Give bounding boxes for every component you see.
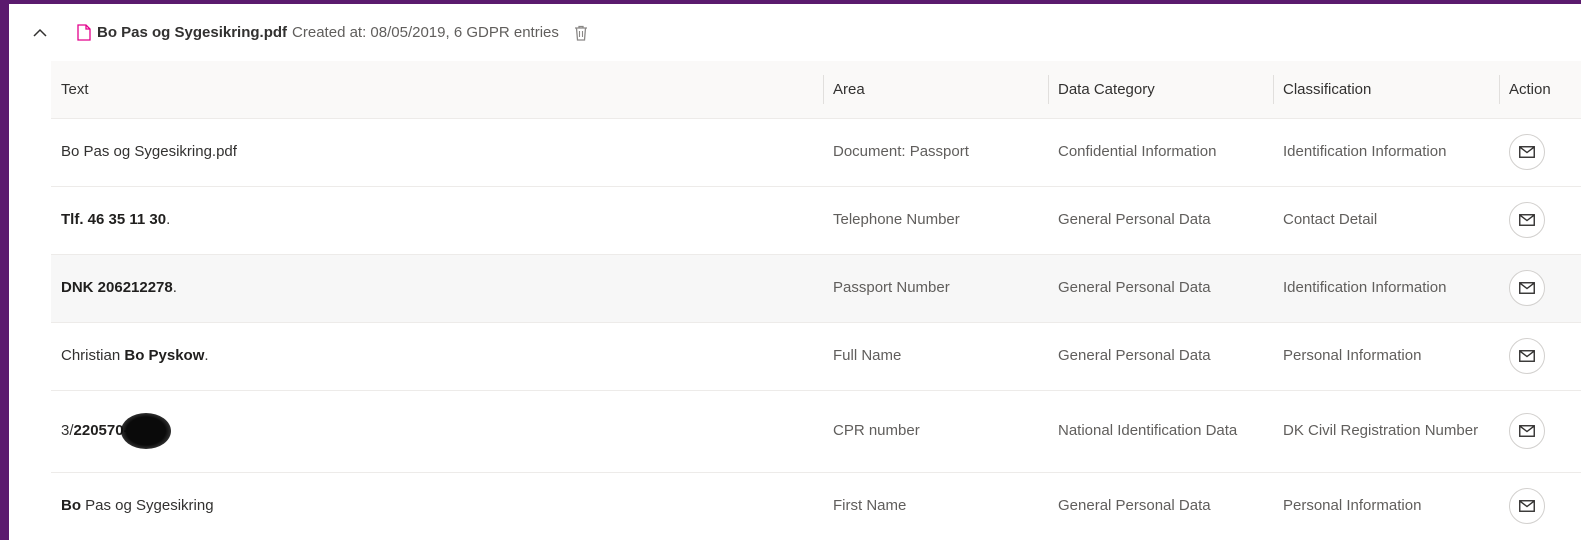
cell-action (1499, 390, 1581, 472)
send-mail-button[interactable] (1509, 413, 1545, 449)
file-group-header: Bo Pas og Sygesikring.pdf Created at: 08… (9, 4, 1581, 61)
text-fragment: Bo (61, 497, 81, 515)
cell-action (1499, 254, 1581, 322)
column-header-classification[interactable]: Classification (1273, 61, 1499, 118)
cell-data-category: General Personal Data (1058, 497, 1211, 515)
cell-area: Passport Number (833, 279, 950, 296)
text-fragment: Bo Pyskow (124, 347, 205, 364)
mail-icon (1519, 425, 1535, 437)
cell-action (1499, 186, 1581, 254)
table-header-row: Text Area Data Category Classification A… (51, 61, 1581, 118)
send-mail-button[interactable] (1509, 202, 1545, 238)
column-header-data-category[interactable]: Data Category (1048, 61, 1273, 118)
text-fragment: . (204, 347, 209, 364)
cell-text: DNK 206212278. (51, 254, 823, 322)
table-row: 3/220570- CPR number National Identificati… (51, 390, 1581, 472)
send-mail-button[interactable] (1509, 488, 1545, 525)
cell-data-category: General Personal Data (1058, 279, 1211, 296)
mail-icon (1519, 214, 1535, 226)
send-mail-button[interactable] (1509, 134, 1545, 170)
chevron-up-icon[interactable] (31, 24, 49, 42)
cell-data-category: General Personal Data (1058, 211, 1211, 228)
mail-icon (1519, 146, 1535, 158)
cell-data-category: Confidential Information (1058, 143, 1217, 160)
table-body: Bo Pas og Sygesikring.pdf Document: Passp… (51, 118, 1581, 540)
cell-text: Christian Bo Pyskow. (51, 322, 823, 390)
mail-icon (1519, 500, 1535, 513)
cell-classification: Identification Information (1283, 279, 1447, 296)
text-fragment: Pas og Sygesikring (81, 497, 214, 515)
table-row: DNK 206212278. Passport Number General Per… (51, 254, 1581, 322)
text-fragment: Christian (61, 347, 125, 364)
trash-icon[interactable] (574, 25, 588, 41)
redaction-mark (120, 413, 171, 449)
cell-classification: DK Civil Registration Number (1283, 422, 1479, 439)
gdpr-entries-table: Text Area Data Category Classification A… (51, 61, 1581, 540)
text-fragment: 3/ (61, 421, 74, 439)
column-header-area[interactable]: Area (823, 61, 1048, 118)
table-row: Christian Bo Pyskow. Full Name General Per… (51, 322, 1581, 390)
text-fragment: . (172, 279, 177, 296)
cell-text: Tlf. 46 35 11 30. (51, 186, 823, 254)
table-row: Bo Pas og Sygesikring First Name General P… (51, 472, 1581, 540)
cell-area: First Name (833, 497, 907, 515)
cell-area: Full Name (833, 347, 902, 364)
mail-icon (1519, 350, 1535, 362)
cell-text: Bo Pas og Sygesikring.pdf (51, 118, 823, 186)
cell-action (1499, 118, 1581, 186)
cell-area: Document: Passport (833, 143, 969, 160)
cell-action (1499, 472, 1581, 540)
file-meta: Created at: 08/05/2019, 6 GDPR entries (292, 24, 559, 41)
table-row: Bo Pas og Sygesikring.pdf Document: Passp… (51, 118, 1581, 186)
cell-classification: Contact Detail (1283, 211, 1378, 228)
column-header-text[interactable]: Text (51, 61, 823, 118)
cell-data-category: General Personal Data (1058, 347, 1211, 364)
text-fragment: Bo Pas og Sygesikring.pdf (61, 143, 237, 160)
column-header-action: Action (1499, 61, 1581, 118)
send-mail-button[interactable] (1509, 270, 1545, 306)
cell-action (1499, 322, 1581, 390)
cell-text: Bo Pas og Sygesikring (51, 472, 823, 540)
text-fragment: DNK 206212278 (61, 279, 173, 296)
cell-classification: Identification Information (1283, 143, 1447, 160)
pdf-file-icon (77, 24, 91, 41)
cell-area: Telephone Number (833, 211, 960, 228)
text-fragment: Tlf. 46 35 11 30 (61, 211, 167, 228)
gdpr-file-panel: Bo Pas og Sygesikring.pdf Created at: 08… (9, 4, 1581, 540)
mail-icon (1519, 282, 1535, 294)
cell-area: CPR number (833, 422, 920, 439)
text-fragment: . (166, 211, 171, 228)
cell-classification: Personal Information (1283, 497, 1422, 515)
file-name[interactable]: Bo Pas og Sygesikring.pdf (97, 24, 287, 41)
cell-data-category: National Identification Data (1058, 422, 1238, 439)
cell-text: 3/220570- (51, 390, 823, 472)
send-mail-button[interactable] (1509, 338, 1545, 374)
cell-classification: Personal Information (1283, 347, 1422, 364)
table-row: Tlf. 46 35 11 30. Telephone Number General… (51, 186, 1581, 254)
